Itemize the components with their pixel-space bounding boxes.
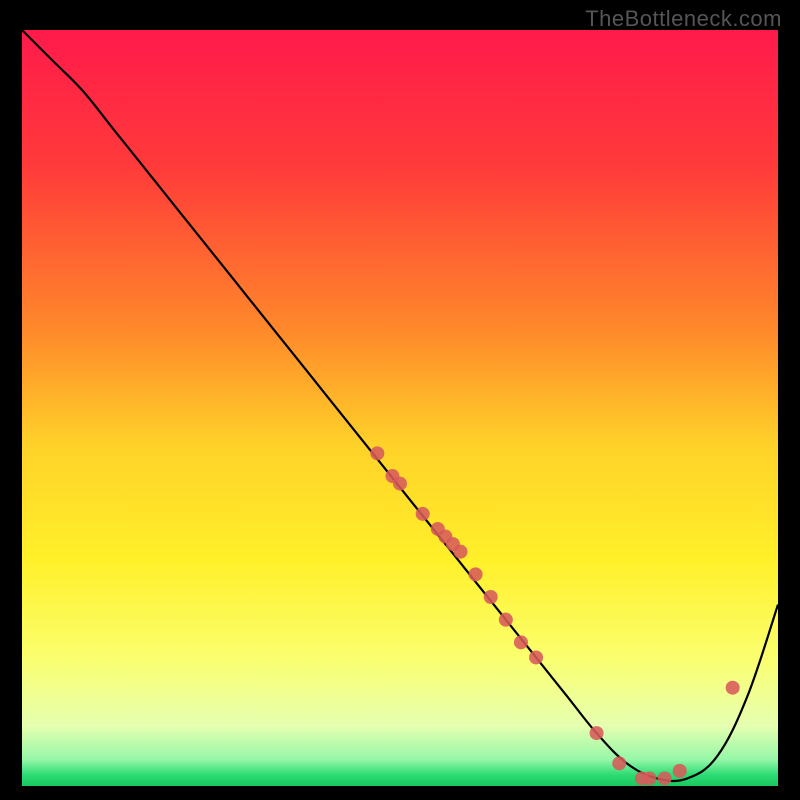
highlight-point [673,764,687,778]
highlight-point [726,681,740,695]
plot-area [22,30,778,786]
highlight-point [453,545,467,559]
gradient-background [22,30,778,786]
highlight-point [514,635,528,649]
highlight-point [612,756,626,770]
highlight-point [469,567,483,581]
highlight-point [642,771,656,785]
highlight-point [590,726,604,740]
highlight-point [499,613,513,627]
chart-svg [22,30,778,786]
chart-container: TheBottleneck.com [0,0,800,800]
highlight-point [370,446,384,460]
watermark-text: TheBottleneck.com [585,6,782,32]
highlight-point [529,650,543,664]
highlight-point [416,507,430,521]
highlight-point [484,590,498,604]
highlight-point [393,477,407,491]
highlight-point [658,771,672,785]
